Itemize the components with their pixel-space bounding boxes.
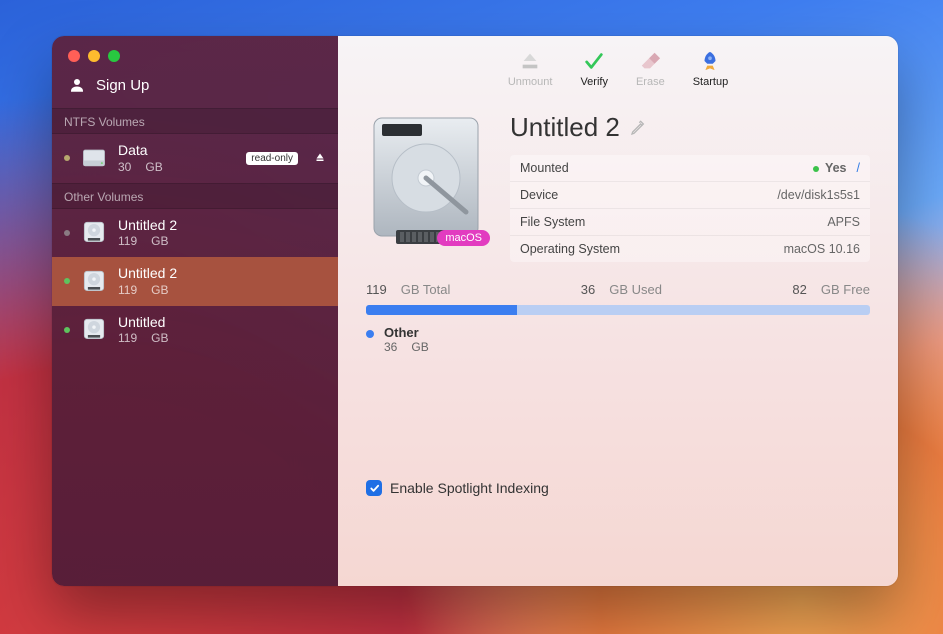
prop-device-key: Device — [520, 188, 777, 202]
volume-name: Untitled 2 — [118, 217, 326, 235]
close-window-button[interactable] — [68, 50, 80, 62]
prop-fs-key: File System — [520, 215, 827, 229]
startup-label: Startup — [693, 76, 728, 88]
volume-info: macOS Untitled 2 Mounted Yes / — [338, 94, 898, 268]
sidebar-volume-item[interactable]: Untitled 2 119 GB — [52, 257, 338, 306]
erase-label: Erase — [636, 76, 665, 88]
volume-image: macOS — [366, 112, 486, 252]
spotlight-checkbox[interactable] — [366, 480, 382, 496]
legend-label: Other — [384, 325, 429, 340]
checkmark-icon — [369, 483, 380, 494]
sidebar-volume-item[interactable]: Data 30 GB read-only — [52, 134, 338, 183]
volume-name: Untitled 2 — [118, 265, 326, 283]
sidebar-volume-item[interactable]: Untitled 2 119 GB — [52, 209, 338, 258]
status-dot-icon — [64, 155, 70, 161]
external-drive-icon — [80, 143, 108, 174]
prop-mounted-key: Mounted — [520, 161, 813, 175]
legend-unit: GB — [411, 340, 428, 354]
volume-size-unit: GB — [151, 331, 168, 346]
prop-fs-val: APFS — [827, 215, 860, 229]
minimize-window-button[interactable] — [88, 50, 100, 62]
volume-text: Untitled 119 GB — [118, 314, 326, 347]
volume-text: Untitled 2 119 GB — [118, 265, 326, 298]
unmount-button[interactable]: Unmount — [508, 50, 553, 88]
volume-properties: Mounted Yes / Device /dev/disk1s5s1 File… — [510, 155, 870, 262]
prop-mounted-val: Yes — [825, 161, 847, 175]
internal-drive-icon — [80, 217, 108, 248]
usage-bar-used — [366, 305, 517, 315]
usage-legend: Other 36 GB — [366, 325, 870, 354]
eject-icon[interactable] — [314, 151, 326, 166]
desktop-background: Sign Up NTFS Volumes Data 30 GB read-only Ot… — [0, 0, 943, 634]
rocket-icon — [699, 50, 721, 72]
zoom-window-button[interactable] — [108, 50, 120, 62]
erase-button[interactable]: Erase — [636, 50, 665, 88]
app-window: Sign Up NTFS Volumes Data 30 GB read-only Ot… — [52, 36, 898, 586]
user-icon — [68, 76, 86, 94]
status-dot-icon — [64, 278, 70, 284]
spotlight-row: Enable Spotlight Indexing — [338, 480, 898, 586]
internal-drive-icon — [80, 266, 108, 297]
usage-section: 119 GB Total 36 GB Used 82 GB Free Other 36… — [338, 268, 898, 354]
prop-os: Operating System macOS 10.16 — [510, 236, 870, 262]
os-tag-badge: macOS — [437, 230, 490, 246]
startup-button[interactable]: Startup — [693, 50, 728, 88]
sidebar-section-label: NTFS Volumes — [52, 108, 338, 134]
volume-text: Untitled 2 119 GB — [118, 217, 326, 250]
main-panel: Unmount Verify Erase Startup — [338, 36, 898, 586]
sign-up-label: Sign Up — [96, 77, 149, 94]
prop-mounted: Mounted Yes / — [510, 155, 870, 182]
volume-size-num: 119 — [118, 331, 137, 346]
sidebar-section-label: Other Volumes — [52, 183, 338, 209]
usage-free-lbl: GB Free — [821, 282, 870, 297]
volume-text: Data 30 GB — [118, 142, 236, 175]
volume-size-unit: GB — [145, 160, 162, 175]
volume-name: Data — [118, 142, 236, 160]
eject-icon — [519, 50, 541, 72]
eraser-icon — [639, 50, 661, 72]
legend-swatch-icon — [366, 330, 374, 338]
volume-size-num: 30 — [118, 160, 131, 175]
internal-drive-icon — [80, 314, 108, 345]
prop-device-val: /dev/disk1s5s1 — [777, 188, 860, 202]
prop-device: Device /dev/disk1s5s1 — [510, 182, 870, 209]
rename-icon[interactable] — [630, 120, 646, 136]
toolbar: Unmount Verify Erase Startup — [338, 36, 898, 94]
window-controls — [52, 36, 338, 62]
volume-size-unit: GB — [151, 283, 168, 298]
status-dot-icon — [64, 327, 70, 333]
spotlight-label: Enable Spotlight Indexing — [390, 480, 549, 496]
sidebar: Sign Up NTFS Volumes Data 30 GB read-only Ot… — [52, 36, 338, 586]
usage-total-lbl: GB Total — [401, 282, 451, 297]
volume-title: Untitled 2 — [510, 112, 620, 143]
prop-filesystem: File System APFS — [510, 209, 870, 236]
usage-free-num: 82 — [792, 282, 806, 297]
volume-size-num: 119 — [118, 234, 137, 249]
verify-label: Verify — [580, 76, 608, 88]
check-icon — [583, 50, 605, 72]
unmount-label: Unmount — [508, 76, 553, 88]
prop-os-val: macOS 10.16 — [784, 242, 860, 256]
sidebar-volume-item[interactable]: Untitled 119 GB — [52, 306, 338, 355]
volume-size-num: 119 — [118, 283, 137, 298]
usage-header: 119 GB Total 36 GB Used 82 GB Free — [366, 282, 870, 297]
status-dot-icon — [64, 230, 70, 236]
usage-bar — [366, 305, 870, 315]
mount-path-link[interactable]: / — [857, 161, 860, 175]
volume-name: Untitled — [118, 314, 326, 332]
sign-up-button[interactable]: Sign Up — [52, 62, 338, 108]
usage-used-lbl: GB Used — [609, 282, 662, 297]
usage-total-num: 119 — [366, 282, 387, 297]
usage-used-num: 36 — [581, 282, 595, 297]
readonly-badge: read-only — [246, 152, 298, 165]
volume-size-unit: GB — [151, 234, 168, 249]
verify-button[interactable]: Verify — [580, 50, 608, 88]
legend-num: 36 — [384, 340, 397, 354]
status-dot-icon — [813, 166, 819, 172]
prop-os-key: Operating System — [520, 242, 784, 256]
